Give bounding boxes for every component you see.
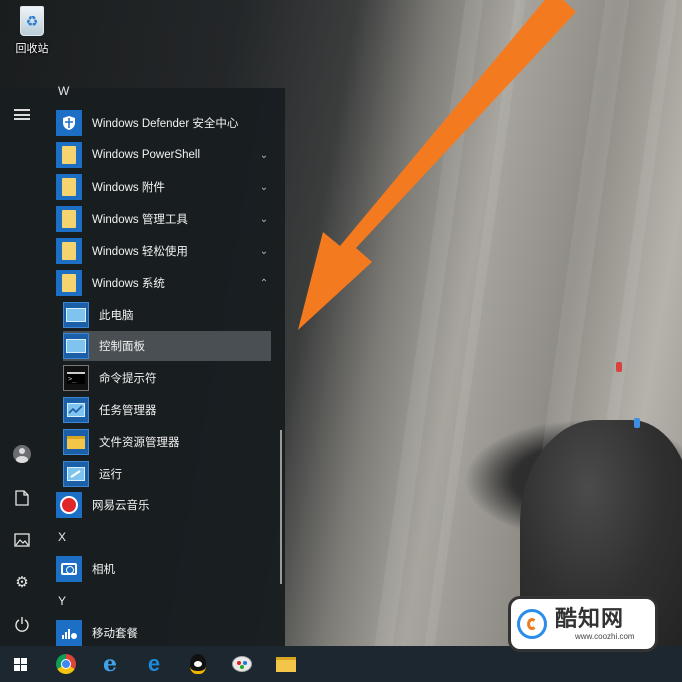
- app-file-explorer[interactable]: 文件资源管理器: [63, 427, 271, 457]
- chevron-down-icon: ⌄: [259, 213, 269, 225]
- app-label: 命令提示符: [99, 373, 157, 385]
- chevron-down-icon: ⌄: [259, 245, 269, 257]
- app-label: 相机: [92, 564, 115, 576]
- app-camera[interactable]: 相机: [56, 554, 271, 584]
- app-label: 任务管理器: [99, 405, 157, 417]
- command-prompt-icon: >_: [63, 365, 89, 391]
- taskbar-paint[interactable]: [222, 646, 262, 682]
- app-mobile-plans[interactable]: 移动套餐: [56, 618, 271, 648]
- power-icon: [15, 617, 29, 632]
- app-label: Windows 轻松使用: [92, 246, 188, 258]
- recycle-bin[interactable]: ♻ 回收站: [10, 6, 54, 56]
- recycle-bin-label: 回收站: [15, 43, 49, 55]
- app-windows-accessories[interactable]: Windows 附件 ⌄: [56, 172, 271, 202]
- mobile-plans-icon: [56, 620, 82, 646]
- taskbar-internet-explorer[interactable]: e: [90, 646, 130, 682]
- app-label: 此电脑: [99, 310, 134, 322]
- taskbar-chrome[interactable]: [46, 646, 86, 682]
- folder-icon: [56, 238, 82, 264]
- shield-icon: [56, 110, 82, 136]
- file-explorer-icon: [63, 429, 89, 455]
- app-windows-system[interactable]: Windows 系统 ⌃: [56, 268, 271, 298]
- app-control-panel[interactable]: 控制面板: [63, 331, 271, 361]
- watermark-url: www.coozhi.com: [575, 631, 635, 641]
- paint-icon: [232, 656, 252, 672]
- user-account-button[interactable]: [0, 434, 44, 474]
- chevron-down-icon: ⌄: [259, 181, 269, 193]
- task-manager-icon: [63, 397, 89, 423]
- app-label: 文件资源管理器: [99, 437, 180, 449]
- app-list-scrollbar[interactable]: [280, 430, 282, 584]
- start-button[interactable]: [0, 646, 40, 682]
- windows-start-icon: [13, 657, 27, 671]
- user-avatar-icon: [13, 445, 31, 463]
- settings-icon: ⚙: [15, 573, 29, 591]
- app-label: 运行: [99, 469, 122, 481]
- hamburger-icon: [14, 108, 30, 120]
- pictures-icon: [14, 533, 30, 547]
- taskbar-qq[interactable]: [178, 646, 218, 682]
- taskbar-edge[interactable]: e: [134, 646, 174, 682]
- start-menu: ⚙ W Windows Defender 安全中心 Windows PowerS…: [0, 84, 285, 648]
- recycle-bin-icon: ♻: [20, 6, 44, 36]
- letter-header-y[interactable]: Y: [58, 594, 66, 608]
- app-label: 网易云音乐: [92, 500, 150, 512]
- folder-icon: [56, 270, 82, 296]
- file-explorer-icon: [276, 656, 296, 672]
- app-label: Windows PowerShell: [92, 149, 201, 161]
- qq-icon: [190, 654, 206, 674]
- control-panel-icon: [63, 333, 89, 359]
- this-pc-icon: [63, 302, 89, 328]
- app-netease-music[interactable]: 网易云音乐: [56, 490, 271, 520]
- edge-icon: e: [147, 651, 161, 676]
- app-label: Windows 管理工具: [92, 214, 188, 226]
- app-label: 移动套餐: [92, 628, 138, 640]
- folder-icon: [56, 206, 82, 232]
- app-task-manager[interactable]: 任务管理器: [63, 395, 271, 425]
- site-watermark: 酷知网 www.coozhi.com: [508, 596, 658, 652]
- app-label: Windows Defender 安全中心: [92, 118, 239, 130]
- app-list: W Windows Defender 安全中心 Windows PowerShe…: [44, 84, 285, 648]
- app-label: Windows 系统: [92, 278, 165, 290]
- app-run[interactable]: 运行: [63, 459, 271, 489]
- camera-icon: [56, 556, 82, 582]
- pictures-button[interactable]: [0, 520, 44, 560]
- app-this-pc[interactable]: 此电脑: [63, 300, 271, 330]
- app-windows-admin-tools[interactable]: Windows 管理工具 ⌄: [56, 204, 271, 234]
- letter-header-x[interactable]: X: [58, 530, 66, 544]
- start-menu-rail: ⚙: [0, 88, 44, 646]
- chrome-icon: [56, 654, 76, 674]
- run-icon: [63, 461, 89, 487]
- app-label: Windows 附件: [92, 182, 165, 194]
- documents-button[interactable]: [0, 478, 44, 518]
- chevron-down-icon: ⌄: [259, 149, 269, 161]
- letter-header-w[interactable]: W: [58, 84, 69, 98]
- watermark-logo-icon: [517, 609, 547, 639]
- app-command-prompt[interactable]: >_ 命令提示符: [63, 363, 271, 393]
- internet-explorer-icon: e: [103, 651, 117, 677]
- taskbar-file-explorer[interactable]: [266, 646, 306, 682]
- documents-icon: [15, 490, 29, 506]
- folder-icon: [56, 142, 82, 168]
- settings-button[interactable]: ⚙: [0, 562, 44, 602]
- chevron-up-icon: ⌃: [259, 277, 269, 289]
- app-windows-powershell[interactable]: Windows PowerShell ⌄: [56, 140, 271, 170]
- netease-music-icon: [56, 492, 82, 518]
- power-button[interactable]: [0, 604, 44, 644]
- app-windows-ease-of-access[interactable]: Windows 轻松使用 ⌄: [56, 236, 271, 266]
- app-windows-defender[interactable]: Windows Defender 安全中心: [56, 108, 271, 138]
- watermark-title: 酷知网: [555, 606, 625, 632]
- expand-menu-button[interactable]: [0, 94, 44, 134]
- app-label: 控制面板: [99, 341, 145, 353]
- folder-icon: [56, 174, 82, 200]
